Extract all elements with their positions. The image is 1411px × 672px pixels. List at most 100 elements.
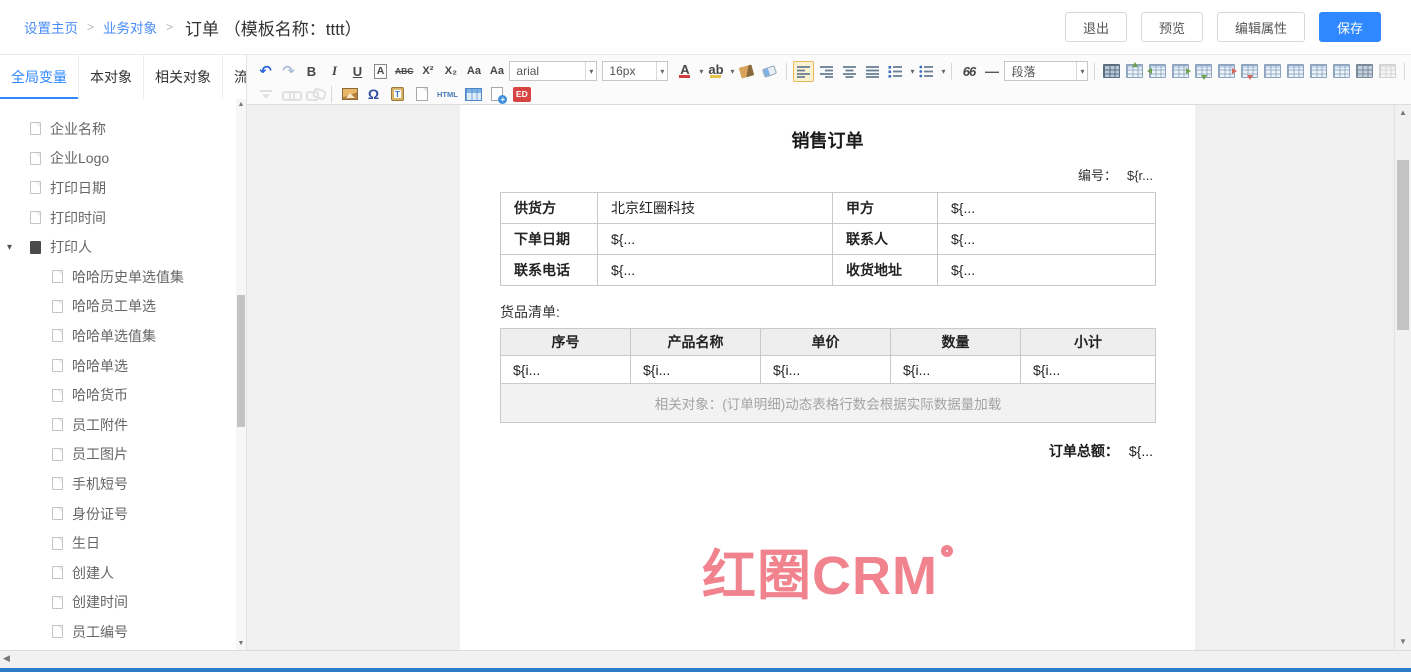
sidebar-scrollbar[interactable]: ▲ ▼ (236, 99, 246, 650)
paragraph-format-select[interactable]: 段落▾ (1004, 61, 1088, 81)
tab-global-variables[interactable]: 全局变量 (0, 55, 79, 99)
delete-row-icon[interactable] (1216, 61, 1237, 82)
cell-order-date-label[interactable]: 下单日期 (501, 224, 598, 255)
sidebar-item-company-logo[interactable]: 企业Logo (0, 144, 236, 174)
document-page[interactable]: 销售订单 编号：${r... 供货方 北京红圈科技 甲方 ${... 下单日期 … (460, 105, 1195, 650)
cell-phone-value[interactable]: ${... (598, 255, 833, 286)
to-lowercase-icon[interactable]: Aa (486, 61, 507, 82)
sidebar-item-select-value-set[interactable]: 哈哈单选值集 (0, 321, 236, 351)
breadcrumb-business-objects[interactable]: 业务对象 (103, 17, 157, 37)
underline-icon[interactable]: U (347, 61, 368, 82)
cell-contact-label[interactable]: 联系人 (833, 224, 938, 255)
insert-template-icon[interactable] (487, 84, 508, 105)
exit-button[interactable]: 退出 (1065, 12, 1127, 42)
horizontal-rule-icon[interactable]: — (981, 61, 1002, 82)
preview-button[interactable]: 预览 (1141, 12, 1203, 42)
insert-row-below-icon[interactable] (1193, 61, 1214, 82)
field-editor-icon[interactable]: ED (511, 84, 533, 105)
order-number-line[interactable]: 编号：${r... (460, 165, 1195, 184)
strikethrough-icon[interactable]: ABC (393, 61, 415, 82)
tab-process-history[interactable]: 流程历史 (223, 55, 247, 99)
font-color-icon[interactable]: A (674, 61, 695, 82)
sidebar-item-company-name[interactable]: 企业名称 (0, 114, 236, 144)
edit-properties-button[interactable]: 编辑属性 (1217, 12, 1305, 42)
scroll-down-icon[interactable]: ▼ (1395, 635, 1411, 649)
scroll-up-icon[interactable]: ▲ (236, 99, 246, 111)
unordered-list-icon[interactable] (916, 61, 937, 82)
col-product-name[interactable]: 产品名称 (631, 329, 761, 356)
to-uppercase-icon[interactable]: Aa (463, 61, 484, 82)
save-button[interactable]: 保存 (1319, 12, 1381, 42)
sidebar-item-employee-no[interactable]: 员工编号 (0, 617, 236, 647)
cell-address-label[interactable]: 收货地址 (833, 255, 938, 286)
insert-row-above-icon[interactable] (1124, 61, 1145, 82)
format-painter-icon[interactable] (736, 61, 757, 82)
cell-buyer-value[interactable]: ${... (938, 193, 1156, 224)
cell-address-value[interactable]: ${... (938, 255, 1156, 286)
items-list-label[interactable]: 货品清单: (500, 302, 1195, 322)
sidebar-item-phone-short-no[interactable]: 手机短号 (0, 469, 236, 499)
table-properties-icon[interactable] (1354, 61, 1375, 82)
col-quantity[interactable]: 数量 (891, 329, 1021, 356)
sidebar-item-employee-select[interactable]: 哈哈员工单选 (0, 292, 236, 322)
scroll-left-icon[interactable]: ◀ (3, 653, 10, 664)
align-justify-icon[interactable] (862, 61, 883, 82)
editor-scrollbar[interactable]: ▲ ▼ (1394, 105, 1411, 650)
eraser-icon[interactable] (759, 61, 780, 82)
font-size-select[interactable]: 16px▾ (602, 61, 668, 81)
font-family-select[interactable]: arial▾ (509, 61, 597, 81)
insert-column-left-icon[interactable] (1147, 61, 1168, 82)
align-left-icon[interactable] (793, 61, 814, 82)
sidebar-item-employee-photo[interactable]: 员工图片 (0, 440, 236, 470)
insert-column-right-icon[interactable] (1170, 61, 1191, 82)
subscript-icon[interactable]: X₂ (440, 61, 461, 82)
redo-icon[interactable]: ↷ (278, 61, 299, 82)
delete-column-icon[interactable] (1239, 61, 1260, 82)
sidebar-item-id-number[interactable]: 身份证号 (0, 499, 236, 529)
merge-cells-right-icon[interactable] (1262, 61, 1283, 82)
tab-this-object[interactable]: 本对象 (79, 55, 144, 99)
align-right-icon[interactable] (816, 61, 837, 82)
sidebar-item-creator[interactable]: 创建人 (0, 558, 236, 588)
sidebar-item-print-date[interactable]: 打印日期 (0, 173, 236, 203)
sidebar-item-single-select[interactable]: 哈哈单选 (0, 351, 236, 381)
item-cell-qty[interactable]: ${i... (891, 356, 1021, 384)
tab-related-objects[interactable]: 相关对象 (144, 55, 223, 99)
item-cell-seq[interactable]: ${i... (501, 356, 631, 384)
italic-icon[interactable]: I (324, 61, 345, 82)
breadcrumb-settings-home[interactable]: 设置主页 (24, 17, 78, 37)
cell-contact-value[interactable]: ${... (938, 224, 1156, 255)
sidebar-item-print-user[interactable]: ▾打印人 (0, 232, 236, 262)
scroll-down-icon[interactable]: ▼ (236, 638, 246, 650)
blockquote-icon[interactable]: 66 (958, 61, 979, 82)
col-subtotal[interactable]: 小计 (1021, 329, 1156, 356)
superscript-icon[interactable]: X² (417, 61, 438, 82)
sidebar-item-employee-attachment[interactable]: 员工附件 (0, 410, 236, 440)
sidebar-item-currency[interactable]: 哈哈货币 (0, 380, 236, 410)
col-seq-no[interactable]: 序号 (501, 329, 631, 356)
undo-icon[interactable]: ↶ (255, 61, 276, 82)
highlight-color-icon[interactable]: ab (705, 61, 726, 82)
sidebar-item-birthday[interactable]: 生日 (0, 528, 236, 558)
cell-supplier-value[interactable]: 北京红圈科技 (598, 193, 833, 224)
merge-cells-down-icon[interactable] (1285, 61, 1306, 82)
cell-order-date-value[interactable]: ${... (598, 224, 833, 255)
character-border-icon[interactable]: A (370, 61, 391, 82)
item-cell-price[interactable]: ${i... (761, 356, 891, 384)
editor-scrollbar-thumb[interactable] (1397, 160, 1409, 330)
horizontal-scrollbar[interactable]: ◀ (0, 650, 1411, 668)
cell-supplier-label[interactable]: 供货方 (501, 193, 598, 224)
item-cell-product[interactable]: ${i... (631, 356, 761, 384)
document-title[interactable]: 销售订单 (460, 105, 1195, 153)
cell-buyer-label[interactable]: 甲方 (833, 193, 938, 224)
col-unit-price[interactable]: 单价 (761, 329, 891, 356)
sidebar-scrollbar-thumb[interactable] (237, 295, 245, 427)
paste-from-word-icon[interactable] (387, 84, 408, 105)
scroll-up-icon[interactable]: ▲ (1395, 106, 1411, 120)
split-cells-columns-icon[interactable] (1331, 61, 1352, 82)
cell-phone-label[interactable]: 联系电话 (501, 255, 598, 286)
insert-image-icon[interactable] (339, 84, 360, 105)
new-document-icon[interactable] (411, 84, 432, 105)
insert-table-icon[interactable] (1101, 61, 1122, 82)
align-center-icon[interactable] (839, 61, 860, 82)
